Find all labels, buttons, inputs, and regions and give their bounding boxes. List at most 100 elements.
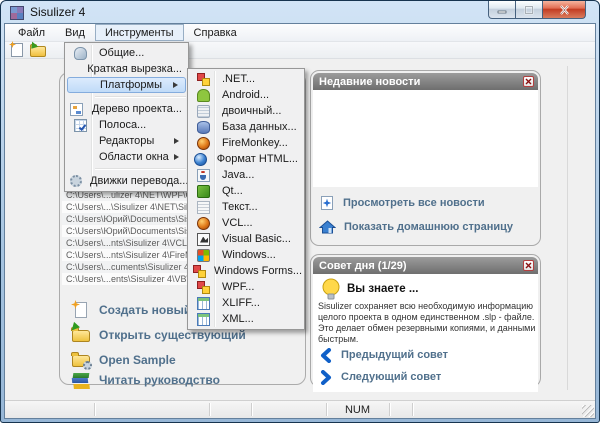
read-manual-button[interactable]: Читать руководство (72, 370, 220, 390)
window-title: Sisulizer 4 (30, 5, 85, 19)
menu-tools[interactable]: Инструменты (95, 24, 184, 41)
news-panel-header: Недавние новости (313, 73, 538, 90)
submenu-item-dotnet[interactable]: .NET... (188, 71, 304, 87)
menu-item-band[interactable]: Полоса... (65, 117, 188, 133)
submenu-item-windows[interactable]: Windows... (188, 247, 304, 263)
show-homepage-label: Показать домашнюю страницу (344, 221, 513, 233)
tip-close-button[interactable] (523, 260, 534, 271)
open-existing-label: Открыть существующий (99, 328, 246, 342)
news-panel: Недавние новости Просмотреть все новости (310, 70, 541, 246)
status-divider (251, 403, 253, 416)
menu-file[interactable]: Файл (8, 24, 55, 41)
menu-item-platforms[interactable]: Платформы (67, 77, 186, 93)
menu-view[interactable]: Вид (55, 24, 95, 41)
read-manual-label: Читать руководство (99, 373, 220, 387)
html-globe-icon (194, 153, 207, 166)
minimize-icon (497, 5, 507, 14)
close-button[interactable] (543, 1, 586, 19)
view-all-news-label: Просмотреть все новости (343, 197, 485, 209)
chevron-left-icon (319, 348, 333, 363)
create-new-label: Создать новый (99, 303, 191, 317)
general-settings-icon (74, 47, 87, 60)
visual-basic-icon (197, 233, 210, 246)
news-close-button[interactable] (523, 76, 534, 87)
submenu-item-text[interactable]: Текст... (188, 199, 304, 215)
tip-heading: Вы знаете ... (347, 283, 418, 295)
tip-text: Sisulizer сохраняет всю необходимую инфо… (318, 301, 536, 345)
minimize-button[interactable] (488, 1, 516, 19)
submenu-item-android[interactable]: Android... (188, 87, 304, 103)
platforms-submenu: .NET... Android... двоичный... База данн… (187, 68, 305, 330)
menu-item-general[interactable]: Общие... (65, 45, 188, 61)
submenu-arrow-icon (173, 82, 181, 88)
close-icon (525, 78, 532, 85)
dotnet-icon (197, 73, 210, 86)
menu-item-translation-engines[interactable]: Движки перевода... (65, 173, 188, 189)
menu-item-window-areas[interactable]: Области окна (65, 149, 188, 165)
submenu-item-xml[interactable]: XML... (188, 311, 304, 327)
next-tip-label: Следующий совет (341, 371, 441, 383)
windows-forms-icon (193, 265, 206, 278)
text-icon (197, 201, 210, 214)
wpf-icon (197, 281, 210, 294)
title-bar[interactable]: Sisulizer 4 (1, 1, 599, 23)
tools-menu: Общие... Краткая вырезка... Платформы Де… (64, 42, 189, 192)
status-divider (209, 403, 211, 416)
tip-panel-title: Совет дня (1/29) (319, 260, 407, 272)
submenu-item-windows-forms[interactable]: Windows Forms... (188, 263, 304, 279)
project-tree-icon (70, 103, 83, 116)
submenu-item-binary[interactable]: двоичный... (188, 103, 304, 119)
menu-help[interactable]: Справка (184, 24, 247, 41)
firemonkey-icon (197, 137, 210, 150)
home-icon (319, 219, 336, 235)
vcl-icon (197, 217, 210, 230)
open-project-icon (72, 327, 90, 343)
resize-grip[interactable] (582, 405, 594, 417)
open-sample-button[interactable]: Open Sample (72, 350, 176, 370)
open-folder-icon[interactable] (30, 46, 46, 57)
submenu-item-vcl[interactable]: VCL... (188, 215, 304, 231)
submenu-item-html[interactable]: Формат HTML... (188, 151, 304, 167)
container-edge-divider (567, 66, 568, 390)
tip-panel-header: Совет дня (1/29) (313, 257, 538, 274)
new-project-icon (72, 302, 90, 318)
menu-item-quick-clip[interactable]: Краткая вырезка... (65, 61, 188, 77)
status-divider (389, 403, 391, 416)
menu-item-project-tree[interactable]: Дерево проекта... (65, 101, 188, 117)
submenu-item-xliff[interactable]: XLIFF... (188, 295, 304, 311)
app-window: Sisulizer 4 Файл Вид Инструменты Справка (0, 0, 600, 423)
submenu-arrow-icon (174, 138, 182, 144)
java-icon (197, 169, 210, 182)
app-icon (10, 6, 24, 20)
submenu-arrow-icon (174, 154, 182, 160)
next-tip-link[interactable]: Следующий совет (319, 367, 534, 387)
xml-icon (197, 313, 210, 326)
create-new-button[interactable]: Создать новый (72, 300, 191, 320)
status-divider (412, 403, 414, 416)
submenu-item-firemonkey[interactable]: FireMonkey... (188, 135, 304, 151)
windows-icon (197, 249, 210, 262)
submenu-item-database[interactable]: База данных... (188, 119, 304, 135)
menu-separator (95, 96, 186, 98)
close-icon (525, 262, 532, 269)
menu-bar: Файл Вид Инструменты Справка (5, 24, 595, 42)
show-homepage-link[interactable]: Показать домашнюю страницу (319, 217, 534, 237)
previous-tip-label: Предыдущий совет (341, 349, 448, 361)
open-sample-label: Open Sample (99, 353, 176, 367)
chevron-right-icon (319, 370, 333, 385)
submenu-item-visual-basic[interactable]: Visual Basic... (188, 231, 304, 247)
submenu-item-qt[interactable]: Qt... (188, 183, 304, 199)
previous-tip-link[interactable]: Предыдущий совет (319, 345, 534, 365)
news-panel-title: Недавние новости (319, 76, 420, 88)
news-panel-body (313, 90, 538, 187)
submenu-item-wpf[interactable]: WPF... (188, 279, 304, 295)
translation-engines-icon (70, 175, 82, 187)
view-all-news-link[interactable]: Просмотреть все новости (319, 193, 534, 213)
android-icon (197, 89, 210, 102)
submenu-item-java[interactable]: Java... (188, 167, 304, 183)
menu-item-editors[interactable]: Редакторы (65, 133, 188, 149)
maximize-button[interactable] (516, 1, 543, 19)
band-grid-icon (74, 119, 87, 132)
new-document-icon[interactable] (11, 43, 23, 57)
books-icon (72, 372, 90, 388)
